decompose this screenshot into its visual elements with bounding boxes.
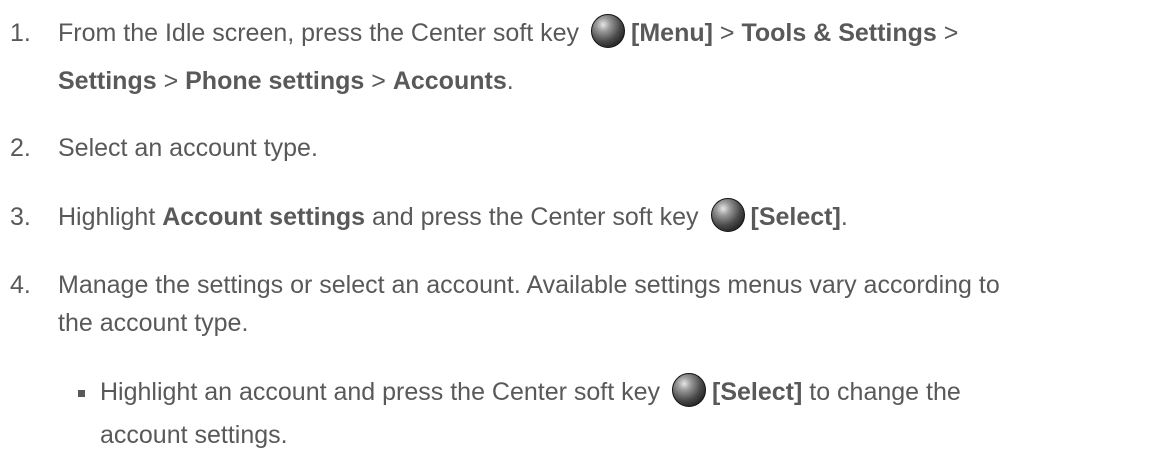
center-soft-key-icon bbox=[591, 14, 626, 48]
center-soft-key-icon bbox=[672, 373, 706, 407]
step-3-text: Highlight Account settings and press the… bbox=[58, 197, 848, 238]
step-4-line-1: Manage the settings or select an account… bbox=[58, 271, 1000, 299]
sub-bullet-line-1: Highlight an account and press the Cente… bbox=[100, 372, 961, 413]
step-1-line-1: From the Idle screen, press the Center s… bbox=[58, 13, 958, 54]
menu-key-label: [Menu] bbox=[631, 19, 713, 47]
select-key-label: [Select] bbox=[712, 378, 803, 406]
center-soft-key-icon bbox=[710, 198, 745, 232]
step-number: 4. bbox=[10, 271, 31, 299]
step-number: 1. bbox=[10, 19, 31, 47]
square-bullet-icon bbox=[78, 390, 85, 397]
step-1-line-2: Settings > Phone settings > Accounts. bbox=[58, 67, 514, 95]
step-number: 3. bbox=[10, 203, 31, 231]
sub-bullet-line-2: account settings. bbox=[100, 421, 288, 449]
step-number: 2. bbox=[10, 134, 31, 162]
account-settings-label: Account settings bbox=[162, 203, 366, 231]
instructions-page: 1. From the Idle screen, press the Cente… bbox=[0, 0, 1171, 474]
tools-settings-label: Tools & Settings bbox=[741, 19, 937, 47]
select-key-label: [Select] bbox=[750, 203, 841, 231]
step-4-line-2: the account type. bbox=[58, 309, 249, 337]
step-2-text: Select an account type. bbox=[58, 134, 318, 162]
